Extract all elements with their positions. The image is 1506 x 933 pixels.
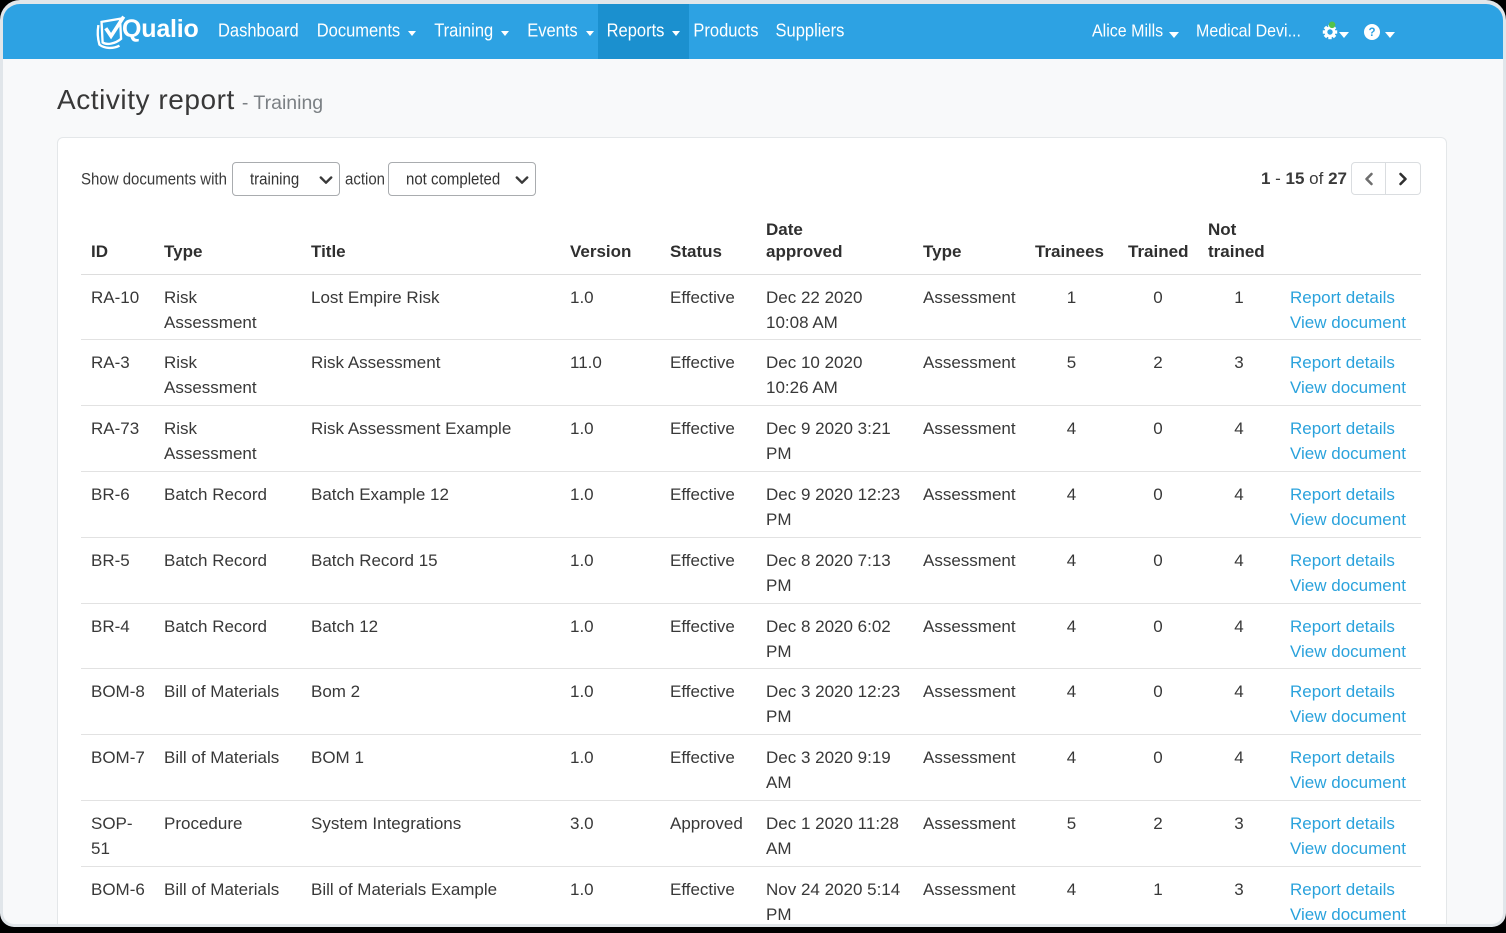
svg-text:?: ? bbox=[1368, 27, 1375, 39]
